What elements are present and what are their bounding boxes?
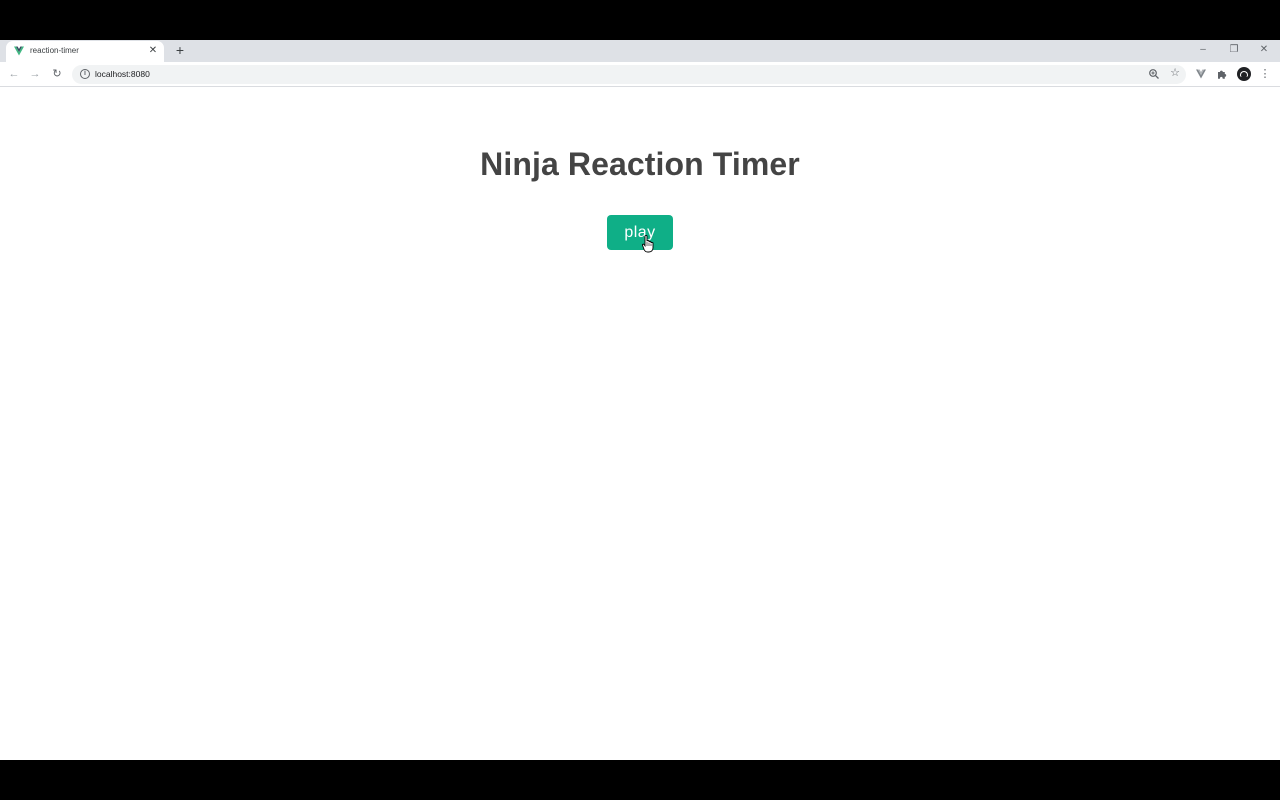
profile-avatar[interactable] <box>1237 67 1251 81</box>
restore-icon[interactable]: ❐ <box>1222 42 1246 58</box>
vue-devtools-icon[interactable] <box>1196 69 1206 79</box>
new-tab-button[interactable]: + <box>172 43 188 59</box>
bookmark-star-icon[interactable]: ☆ <box>1169 67 1181 79</box>
forward-arrow-icon[interactable]: → <box>28 67 42 81</box>
play-button[interactable]: play <box>607 215 673 250</box>
close-tab-icon[interactable]: ✕ <box>147 45 159 57</box>
profile-face-icon <box>1240 71 1248 77</box>
page-title: Ninja Reaction Timer <box>480 146 800 182</box>
browser-window: reaction-timer ✕ + – ❐ ✕ ← → ↻ i localho… <box>0 40 1280 760</box>
extensions-puzzle-icon[interactable] <box>1216 68 1228 80</box>
zoom-icon[interactable] <box>1148 68 1160 80</box>
site-info-icon[interactable]: i <box>80 69 90 79</box>
address-bar[interactable]: i localhost:8080 ☆ <box>72 65 1186 84</box>
screen: reaction-timer ✕ + – ❐ ✕ ← → ↻ i localho… <box>0 0 1280 800</box>
minimize-icon[interactable]: – <box>1191 42 1215 58</box>
tab-strip: reaction-timer ✕ + – ❐ ✕ <box>0 40 1280 62</box>
vue-logo-icon <box>14 46 24 56</box>
hand-cursor-icon <box>642 235 654 253</box>
tab-reaction-timer[interactable]: reaction-timer ✕ <box>6 41 164 62</box>
browser-toolbar: ← → ↻ i localhost:8080 ☆ ⋮ <box>0 62 1280 87</box>
url-text[interactable]: localhost:8080 <box>95 69 150 79</box>
back-arrow-icon[interactable]: ← <box>7 67 21 81</box>
kebab-menu-icon[interactable]: ⋮ <box>1259 68 1271 80</box>
page-viewport: Ninja Reaction Timer play <box>0 88 1280 760</box>
window-close-icon[interactable]: ✕ <box>1252 42 1276 58</box>
reload-icon[interactable]: ↻ <box>50 67 64 81</box>
tab-title: reaction-timer <box>30 46 79 55</box>
